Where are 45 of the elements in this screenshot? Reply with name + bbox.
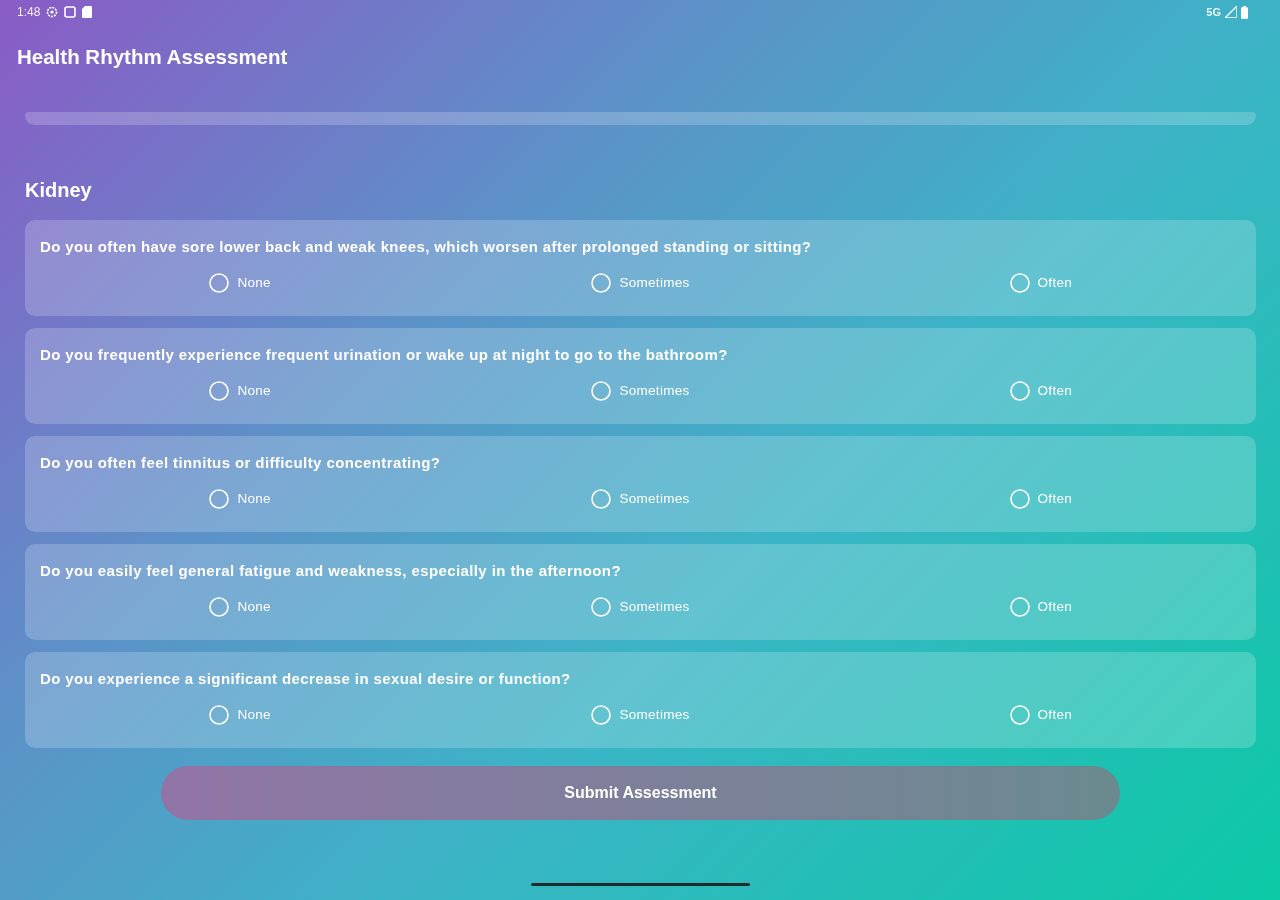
question-text: Do you often feel tinnitus or difficulty concentrating? bbox=[40, 453, 442, 473]
radio-button[interactable] bbox=[209, 597, 230, 617]
option-label: Sometimes bbox=[619, 490, 690, 508]
option-label: None bbox=[237, 490, 271, 508]
section-title: Kidney bbox=[25, 178, 92, 203]
option-label: None bbox=[237, 274, 271, 292]
option-label: Sometimes bbox=[619, 706, 690, 724]
battery-icon bbox=[1241, 5, 1248, 19]
option-label: None bbox=[237, 598, 271, 616]
option-label: Often bbox=[1037, 274, 1073, 292]
radio-button[interactable] bbox=[1009, 489, 1030, 509]
app-title: Health Rhythm Assessment bbox=[17, 44, 288, 70]
question-text: Do you easily feel general fatigue and weakness, especially in the afternoon? bbox=[40, 561, 622, 581]
radio-button[interactable] bbox=[591, 381, 612, 401]
radio-button[interactable] bbox=[209, 381, 230, 401]
sd-card-icon bbox=[82, 6, 93, 18]
option-label: Often bbox=[1037, 598, 1073, 616]
option-label: Sometimes bbox=[619, 382, 690, 400]
radio-button[interactable] bbox=[209, 705, 230, 725]
status-time: 1:48 bbox=[17, 4, 41, 20]
radio-button[interactable] bbox=[591, 597, 612, 617]
network-type: 5G bbox=[1206, 5, 1221, 19]
question-text: Do you often have sore lower back and weak knees, which worsen after prolonged standing or sitting? bbox=[40, 237, 813, 257]
square-icon bbox=[64, 6, 77, 18]
radio-button[interactable] bbox=[591, 705, 612, 725]
option-label: Often bbox=[1037, 382, 1073, 400]
radio-button[interactable] bbox=[591, 273, 612, 293]
radio-button[interactable] bbox=[1009, 381, 1030, 401]
question-text: Do you experience a significant decrease in sexual desire or function? bbox=[40, 669, 572, 689]
option-label: Often bbox=[1037, 706, 1073, 724]
option-label: Sometimes bbox=[619, 598, 690, 616]
signal-icon bbox=[1225, 6, 1237, 18]
radio-button[interactable] bbox=[1009, 597, 1030, 617]
radio-button[interactable] bbox=[209, 489, 230, 509]
option-label: Often bbox=[1037, 490, 1073, 508]
radio-button[interactable] bbox=[1009, 273, 1030, 293]
option-label: None bbox=[237, 706, 271, 724]
question-text: Do you frequently experience frequent urination or wake up at night to go to the bathroom? bbox=[40, 345, 729, 365]
radio-button[interactable] bbox=[209, 273, 230, 293]
option-label: Sometimes bbox=[619, 274, 690, 292]
radio-button[interactable] bbox=[1009, 705, 1030, 725]
gear-icon bbox=[46, 6, 59, 18]
submit-button[interactable]: Submit Assessment bbox=[161, 766, 1120, 820]
radio-button[interactable] bbox=[591, 489, 612, 509]
option-label: None bbox=[237, 382, 271, 400]
